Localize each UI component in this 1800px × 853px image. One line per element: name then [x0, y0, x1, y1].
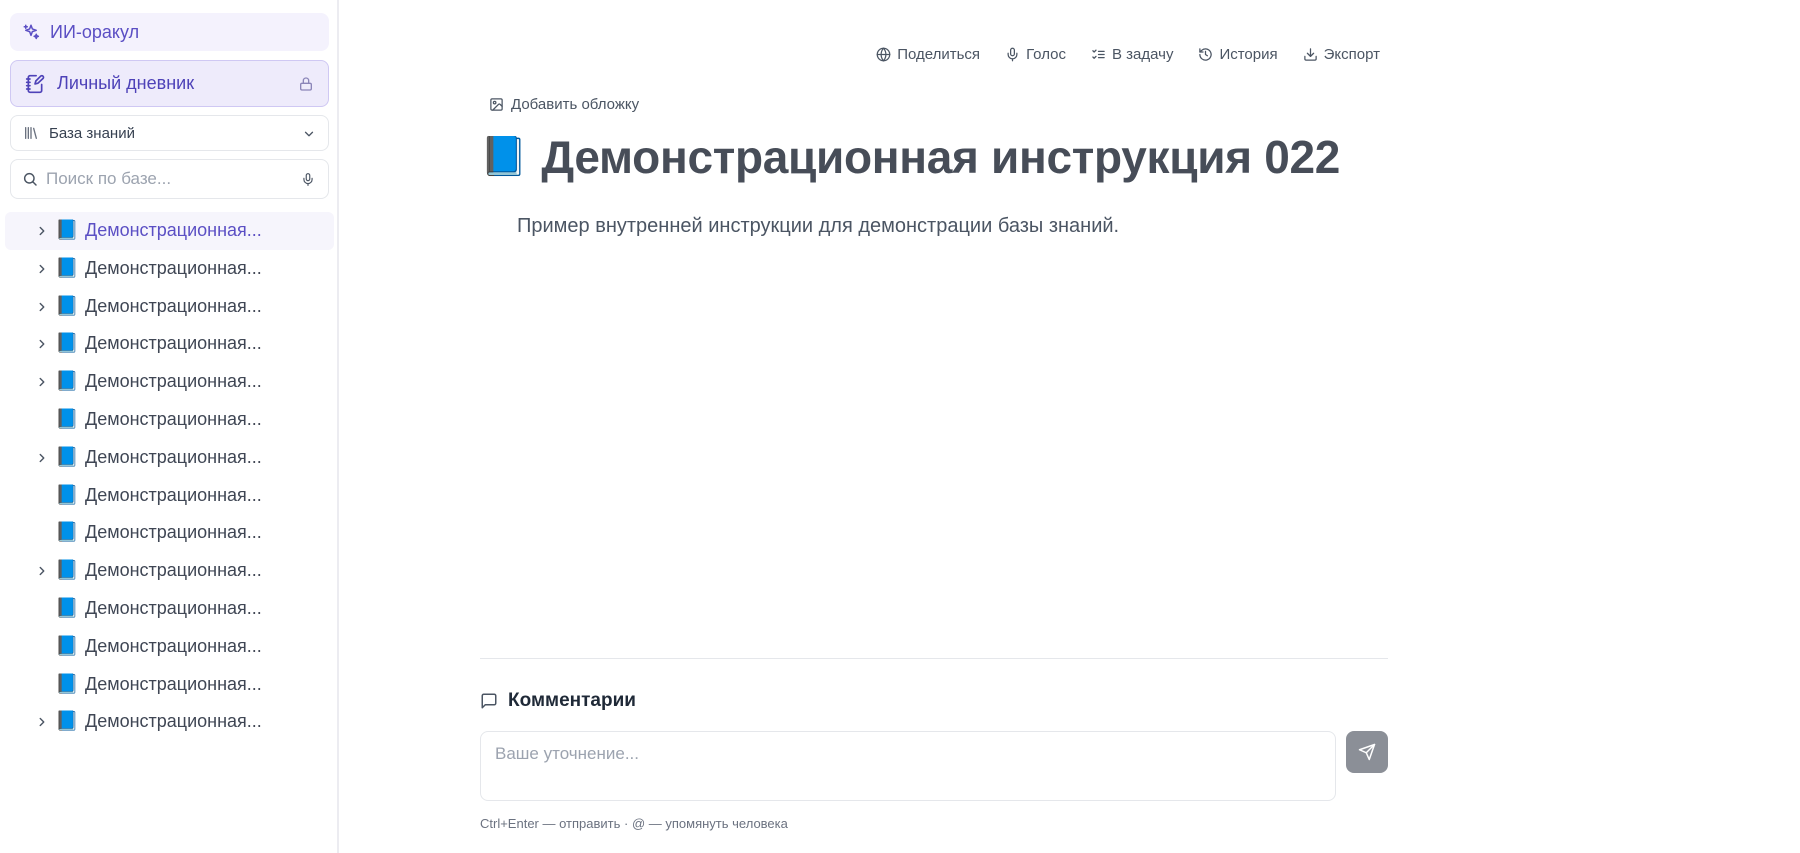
tree-item[interactable]: 📘 Демонстрационная...: [5, 401, 334, 439]
book-icon: 📘: [55, 673, 79, 695]
search-icon: [23, 172, 37, 186]
send-comment-button[interactable]: [1346, 731, 1388, 773]
share-button[interactable]: Поделиться: [876, 46, 980, 63]
history-label: История: [1219, 45, 1278, 63]
library-icon: [25, 127, 37, 139]
chevron-right-icon[interactable]: [35, 300, 49, 314]
globe-icon: [876, 46, 891, 62]
send-icon: [1358, 743, 1376, 761]
page-toolbar: Поделиться Голос В задачу История Экспор…: [851, 44, 1380, 64]
page-tree: 📘 Демонстрационная... 📘 Демонстрационная...…: [5, 212, 334, 741]
add-cover-label: Добавить обложку: [511, 96, 640, 113]
ai-oracle-button[interactable]: ИИ-оракул: [10, 13, 329, 51]
book-icon: 📘: [55, 333, 79, 355]
tree-item[interactable]: 📘 Демонстрационная...: [5, 363, 334, 401]
sidebar: ИИ-оракул Личный дневник База знаний 📘 Де…: [0, 0, 339, 853]
page-title[interactable]: Демонстрационная инструкция 022: [541, 130, 1340, 184]
knowledge-base-select[interactable]: База знаний: [10, 115, 329, 151]
tree-item-label: Демонстрационная...: [85, 560, 262, 581]
tree-item-label: Демонстрационная...: [85, 484, 262, 505]
tree-item-label: Демонстрационная...: [85, 333, 262, 354]
chevron-right-icon[interactable]: [35, 262, 49, 276]
history-button[interactable]: История: [1198, 45, 1278, 63]
knowledge-base-label: База знаний: [49, 124, 135, 142]
chevron-right-icon[interactable]: [35, 337, 49, 351]
tree-item-label: Демонстрационная...: [85, 446, 262, 467]
tree-item-label: Демонстрационная...: [85, 522, 262, 543]
tree-item[interactable]: 📘 Демонстрационная...: [5, 250, 334, 288]
voice-label: Голос: [1026, 45, 1066, 63]
sparkles-icon: [23, 24, 40, 40]
chevron-right-icon[interactable]: [35, 564, 49, 578]
tree-item[interactable]: 📘 Демонстрационная...: [5, 552, 334, 590]
tree-item[interactable]: 📘 Демонстрационная...: [5, 514, 334, 552]
chevron-right-icon[interactable]: [35, 375, 49, 389]
book-icon: 📘: [55, 635, 79, 657]
export-label: Экспорт: [1323, 45, 1380, 63]
page-title-row: 📘 Демонстрационная инструкция 022: [480, 130, 1340, 184]
message-square-icon: [481, 693, 497, 709]
comments-heading: Комментарии: [480, 690, 636, 712]
tree-item[interactable]: 📘 Демонстрационная...: [5, 288, 334, 326]
tree-item[interactable]: 📘 Демонстрационная...: [5, 439, 334, 477]
tree-item[interactable]: 📘 Демонстрационная...: [5, 212, 334, 250]
book-icon: 📘: [55, 711, 79, 733]
ai-oracle-label: ИИ-оракул: [50, 21, 140, 42]
tree-item[interactable]: 📘 Демонстрационная...: [5, 628, 334, 666]
divider: [480, 658, 1388, 659]
book-icon: 📘: [55, 597, 79, 619]
lock-icon: [300, 77, 312, 91]
notebook-pen-icon: [25, 74, 45, 93]
tree-item[interactable]: 📘 Демонстрационная...: [5, 477, 334, 515]
search-input[interactable]: [46, 169, 286, 189]
chevron-right-icon[interactable]: [35, 715, 49, 729]
tree-item-label: Демонстрационная...: [85, 220, 262, 240]
chevron-down-icon: [304, 131, 314, 137]
chevron-right-icon[interactable]: [35, 224, 49, 238]
tree-item-label: Демонстрационная...: [85, 295, 262, 316]
tree-item-label: Демонстрационная...: [85, 257, 262, 278]
chevron-right-icon[interactable]: [35, 451, 49, 465]
book-icon: 📘: [55, 446, 79, 468]
book-icon: 📘: [55, 295, 79, 317]
image-icon: [490, 98, 503, 111]
tree-item-label: Демонстрационная...: [85, 371, 262, 392]
export-button[interactable]: Экспорт: [1303, 46, 1380, 63]
personal-diary-label: Личный дневник: [57, 73, 195, 93]
to-task-button[interactable]: В задачу: [1091, 46, 1173, 63]
tree-item[interactable]: 📘 Демонстрационная...: [5, 325, 334, 363]
comment-input[interactable]: [481, 732, 1335, 800]
microphone-icon[interactable]: [301, 171, 315, 188]
comments-title: Комментарии: [508, 690, 636, 711]
book-icon: 📘: [55, 522, 79, 544]
page-icon[interactable]: 📘: [480, 134, 527, 180]
book-icon: 📘: [55, 371, 79, 393]
history-icon: [1199, 47, 1213, 61]
download-icon: [1303, 47, 1317, 61]
to-task-label: В задачу: [1111, 45, 1174, 63]
share-label: Поделиться: [897, 45, 981, 63]
book-icon: 📘: [55, 560, 79, 582]
tree-item[interactable]: 📘 Демонстрационная...: [5, 666, 334, 704]
voice-button[interactable]: Голос: [1005, 46, 1066, 63]
book-icon: 📘: [55, 257, 79, 279]
tree-item[interactable]: 📘 Демонстрационная...: [5, 703, 334, 741]
book-icon: 📘: [55, 220, 79, 241]
page-body-text[interactable]: Пример внутренней инструкции для демонст…: [517, 215, 1119, 238]
book-icon: 📘: [55, 408, 79, 430]
tree-item-label: Демонстрационная...: [85, 408, 262, 429]
microphone-icon: [1007, 47, 1018, 61]
list-checks-icon: [1092, 49, 1105, 59]
personal-diary-button[interactable]: Личный дневник: [10, 60, 329, 107]
add-cover-button[interactable]: Добавить обложку: [489, 96, 639, 113]
tree-item[interactable]: 📘 Демонстрационная...: [5, 590, 334, 628]
tree-item-label: Демонстрационная...: [85, 597, 262, 618]
tree-item-label: Демонстрационная...: [85, 711, 262, 732]
tree-item-label: Демонстрационная...: [85, 635, 262, 656]
comment-box: [480, 731, 1336, 801]
book-icon: 📘: [55, 484, 79, 506]
tree-item-label: Демонстрационная...: [85, 673, 262, 694]
search-box: [10, 159, 329, 199]
comment-hint: Ctrl+Enter — отправить · @ — упомянуть ч…: [480, 816, 788, 831]
